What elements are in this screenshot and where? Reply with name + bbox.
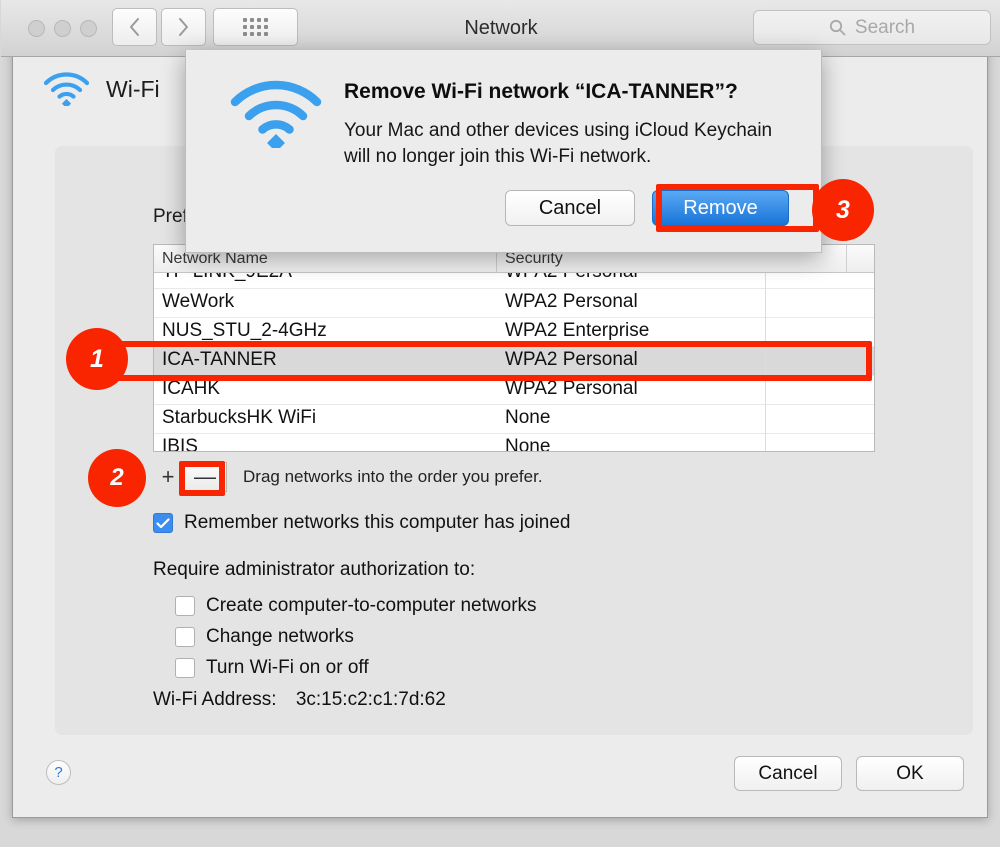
dialog-wifi-icon bbox=[230, 80, 322, 153]
require-admin-label: Require administrator authorization to: bbox=[153, 559, 476, 580]
annotation-badge-2: 2 bbox=[88, 449, 146, 507]
cell-security: WPA2 Personal bbox=[505, 273, 638, 283]
cell-security: None bbox=[505, 407, 551, 428]
cell-network-name: NUS_STU_2-4GHz bbox=[162, 320, 327, 341]
highlight-selected-network-row bbox=[104, 341, 872, 381]
wifi-service-label: Wi-Fi bbox=[106, 75, 160, 102]
checkmark-icon bbox=[156, 517, 170, 528]
cell-network-name: StarbucksHK WiFi bbox=[162, 407, 317, 428]
cell-security: None bbox=[505, 436, 551, 452]
drag-hint-text: Drag networks into the order you prefer. bbox=[243, 467, 543, 486]
search-icon bbox=[829, 19, 846, 36]
admin-option-row-2[interactable]: Turn Wi-Fi on or off bbox=[175, 657, 369, 679]
screenshot-root: Network Search Wi-Fi Prefe Network Name … bbox=[0, 0, 1000, 847]
cell-network-name: IBIS bbox=[162, 436, 198, 452]
remember-networks-checkbox[interactable] bbox=[153, 513, 173, 533]
create-computer-networks-checkbox[interactable] bbox=[175, 596, 195, 616]
window-footer: ? Cancel OK bbox=[13, 748, 989, 818]
wifi-icon bbox=[43, 72, 90, 106]
change-networks-checkbox[interactable] bbox=[175, 627, 195, 647]
dialog-title: Remove Wi-Fi network “ICA-TANNER”? bbox=[344, 80, 738, 103]
highlight-remove-network-button bbox=[179, 461, 225, 496]
highlight-remove-button bbox=[656, 184, 819, 232]
header-divider-2 bbox=[846, 245, 847, 273]
cell-security: WPA2 Personal bbox=[505, 378, 638, 399]
turn-wifi-on-off-checkbox[interactable] bbox=[175, 658, 195, 678]
search-input[interactable]: Search bbox=[753, 10, 991, 45]
table-row[interactable]: StarbucksHK WiFi None bbox=[154, 405, 874, 434]
cell-network-name: ICAHK bbox=[162, 378, 221, 399]
admin-option-row-0[interactable]: Create computer-to-computer networks bbox=[175, 595, 537, 617]
annotation-badge-3: 3 bbox=[812, 179, 874, 241]
cancel-button[interactable]: Cancel bbox=[734, 756, 842, 791]
wifi-address-value: 3c:15:c2:c1:7d:62 bbox=[295, 689, 446, 710]
wifi-address-label: Wi-Fi Address: bbox=[153, 689, 277, 710]
admin-option-row-1[interactable]: Change networks bbox=[175, 626, 354, 648]
help-button[interactable]: ? bbox=[46, 760, 71, 785]
remember-networks-label: Remember networks this computer has join… bbox=[184, 512, 571, 533]
wifi-address-row: Wi-Fi Address: 3c:15:c2:c1:7d:62 bbox=[153, 689, 446, 711]
window-titlebar: Network Search bbox=[1, 0, 1000, 57]
dialog-cancel-button[interactable]: Cancel bbox=[505, 190, 635, 226]
annotation-badge-1: 1 bbox=[66, 328, 128, 390]
cell-security: WPA2 Enterprise bbox=[505, 320, 650, 341]
search-placeholder: Search bbox=[854, 16, 916, 38]
remember-networks-checkbox-row[interactable]: Remember networks this computer has join… bbox=[153, 512, 571, 534]
cell-network-name: TP-LINK_9E2A bbox=[162, 273, 292, 283]
cell-security: WPA2 Personal bbox=[505, 291, 638, 312]
create-computer-networks-label: Create computer-to-computer networks bbox=[206, 595, 537, 616]
ok-button[interactable]: OK bbox=[856, 756, 964, 791]
dialog-message: Your Mac and other devices using iCloud … bbox=[344, 120, 773, 168]
cell-network-name: WeWork bbox=[162, 291, 235, 312]
table-row[interactable]: IBIS None bbox=[154, 434, 874, 452]
table-row[interactable]: WeWork WPA2 Personal bbox=[154, 289, 874, 318]
wifi-service-header: Wi-Fi bbox=[43, 72, 160, 106]
turn-wifi-on-off-label: Turn Wi-Fi on or off bbox=[206, 657, 369, 678]
table-row[interactable]: TP-LINK_9E2A WPA2 Personal bbox=[154, 273, 874, 289]
change-networks-label: Change networks bbox=[206, 626, 354, 647]
